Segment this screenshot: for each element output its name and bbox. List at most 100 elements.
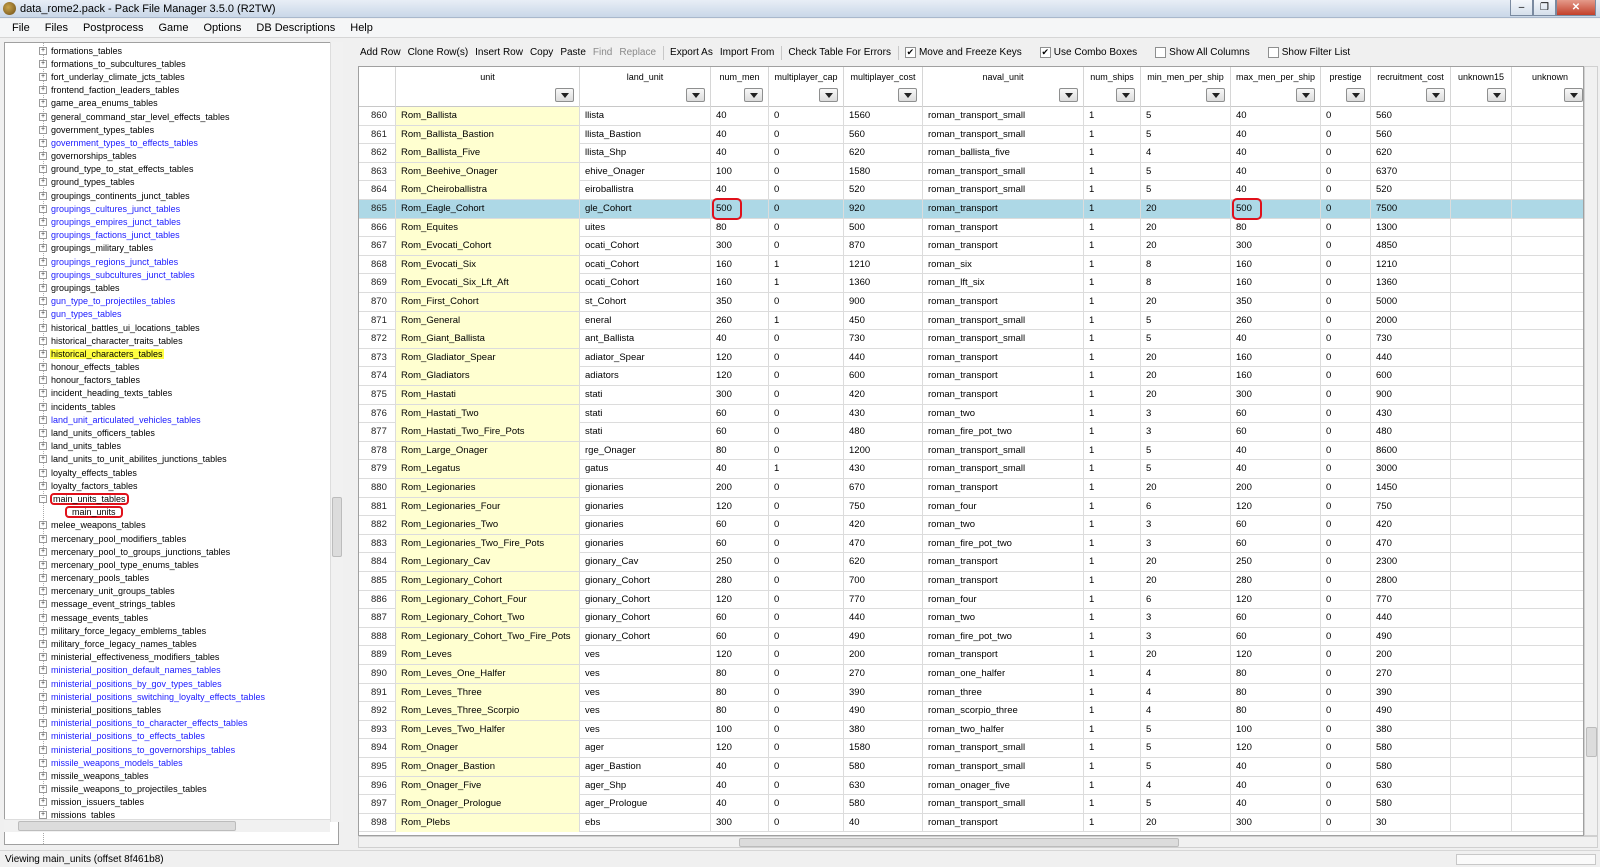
cell-min-men-per-ship[interactable]: 20 <box>1141 813 1231 832</box>
cell-land-unit[interactable]: gle_Cohort <box>580 200 711 218</box>
cell-empty[interactable] <box>1512 219 1583 237</box>
expand-icon[interactable]: + <box>39 692 47 701</box>
cell-multiplayer-cap[interactable]: 0 <box>769 237 844 256</box>
cell-unit[interactable]: Rom_Giant_Ballista <box>396 330 580 349</box>
cell-empty[interactable] <box>1451 758 1512 776</box>
cell-prestige[interactable]: 0 <box>1321 627 1371 646</box>
cell-max-men-per-ship[interactable]: 80 <box>1231 702 1321 721</box>
cell-num-men[interactable]: 40 <box>711 795 769 814</box>
cell-land-unit[interactable]: ant_Ballista <box>580 330 711 349</box>
cell-naval-unit[interactable]: roman_transport <box>923 218 1084 237</box>
cell-recruitment-cost[interactable]: 600 <box>1371 367 1451 386</box>
cell-land-unit[interactable]: gionary_Cav <box>580 553 711 572</box>
export-as-button[interactable]: Export As <box>670 47 713 58</box>
table-row[interactable]: 871 Rom_General eneral 260 1 450 roman_transpo… <box>359 311 1583 331</box>
cell-multiplayer-cap[interactable]: 0 <box>769 627 844 646</box>
cell-recruitment-cost[interactable]: 2800 <box>1371 572 1451 590</box>
tree-folder-item[interactable]: + incident_heading_texts_tables <box>39 387 338 400</box>
tree-folder-item[interactable]: + land_units_officers_tables <box>39 426 338 439</box>
cell-multiplayer-cap[interactable]: 0 <box>769 572 844 590</box>
cell-recruitment-cost[interactable]: 200 <box>1371 646 1451 665</box>
cell-multiplayer-cap[interactable]: 0 <box>769 683 844 702</box>
cell-unit[interactable]: Rom_Leves_Three <box>396 683 580 702</box>
column-header-multiplayer-cost[interactable]: multiplayer_cost <box>844 67 923 107</box>
tree-folder-item[interactable]: + mercenary_unit_groups_tables <box>39 585 338 598</box>
cell-multiplayer-cap[interactable]: 0 <box>769 813 844 832</box>
cell-unit[interactable]: Rom_Legionary_Cohort <box>396 572 580 590</box>
filter-dropdown-icon[interactable] <box>1296 88 1315 102</box>
cell-recruitment-cost[interactable]: 6370 <box>1371 162 1451 181</box>
cell-empty[interactable] <box>1512 367 1583 385</box>
cell-empty[interactable] <box>1451 646 1512 665</box>
copy-button[interactable]: Copy <box>530 47 553 58</box>
cell-naval-unit[interactable]: roman_transport_small <box>923 162 1084 181</box>
cell-empty[interactable] <box>1451 255 1512 274</box>
cell-min-men-per-ship[interactable]: 5 <box>1141 330 1231 349</box>
cell-min-men-per-ship[interactable]: 20 <box>1141 293 1231 311</box>
expand-icon[interactable]: + <box>39 86 47 95</box>
cell-empty[interactable] <box>1512 256 1583 274</box>
cell-naval-unit[interactable]: roman_transport <box>923 479 1084 497</box>
cell-num-men[interactable]: 40 <box>711 460 769 479</box>
scroll-thumb[interactable] <box>1586 727 1597 757</box>
scroll-thumb[interactable] <box>18 821 236 831</box>
cell-empty[interactable] <box>1451 516 1512 535</box>
cell-num-ships[interactable]: 1 <box>1084 553 1141 572</box>
cell-min-men-per-ship[interactable]: 4 <box>1141 776 1231 795</box>
table-row[interactable]: 895 Rom_Onager_Bastion ager_Bastion 40 0 580 r… <box>359 758 1583 777</box>
tree-folder-item[interactable]: + loyalty_effects_tables <box>39 466 338 479</box>
cell-unit[interactable]: Rom_Beehive_Onager <box>396 162 580 181</box>
cell-num-ships[interactable]: 1 <box>1084 460 1141 479</box>
tree-folder-item[interactable]: + mercenary_pool_to_groups_junctions_tabl… <box>39 545 338 558</box>
expand-icon[interactable]: + <box>39 534 47 543</box>
tree-folder-item[interactable]: + gun_type_to_projectiles_tables <box>39 295 338 308</box>
cell-empty[interactable] <box>1512 721 1583 739</box>
cell-multiplayer-cost[interactable]: 430 <box>844 460 923 479</box>
expand-icon[interactable]: + <box>39 178 47 187</box>
table-row[interactable]: 875 Rom_Hastati stati 300 0 420 roman_transpor… <box>359 386 1583 405</box>
cell-empty[interactable] <box>1451 460 1512 479</box>
expand-icon[interactable]: + <box>39 72 47 81</box>
expand-icon[interactable]: + <box>39 758 47 767</box>
cell-multiplayer-cost[interactable]: 620 <box>844 144 923 163</box>
cell-min-men-per-ship[interactable]: 20 <box>1141 218 1231 237</box>
table-row[interactable]: 878 Rom_Large_Onager rge_Onager 80 0 1200 roma… <box>359 441 1583 461</box>
cell-multiplayer-cap[interactable]: 0 <box>769 107 844 125</box>
cell-prestige[interactable]: 0 <box>1321 144 1371 163</box>
cell-unit[interactable]: Rom_Onager <box>396 739 580 758</box>
cell-multiplayer-cap[interactable]: 0 <box>769 795 844 814</box>
table-row[interactable]: 887 Rom_Legionary_Cohort_Two gionary_Cohor… <box>359 609 1583 628</box>
tree-folder-item[interactable]: + groupings_continents_junct_tables <box>39 189 338 202</box>
table-row[interactable]: 864 Rom_Cheiroballistra eiroballistra 40 0 52… <box>359 181 1583 200</box>
cell-min-men-per-ship[interactable]: 20 <box>1141 237 1231 256</box>
cell-multiplayer-cost[interactable]: 1360 <box>844 274 923 293</box>
cell-num-ships[interactable]: 1 <box>1084 404 1141 423</box>
cell-min-men-per-ship[interactable]: 20 <box>1141 572 1231 590</box>
cell-land-unit[interactable]: st_Cohort <box>580 293 711 311</box>
cell-multiplayer-cost[interactable]: 1580 <box>844 739 923 758</box>
tree-folder-item[interactable]: + ministerial_position_default_names_tabl… <box>39 664 338 677</box>
cell-empty[interactable] <box>1451 627 1512 646</box>
cell-prestige[interactable]: 0 <box>1321 720 1371 739</box>
cell-recruitment-cost[interactable]: 390 <box>1371 683 1451 702</box>
cell-empty[interactable] <box>1512 665 1583 683</box>
cell-empty[interactable] <box>1512 814 1583 832</box>
cell-num-men[interactable]: 160 <box>711 274 769 293</box>
cell-min-men-per-ship[interactable]: 6 <box>1141 497 1231 516</box>
cell-num-men[interactable]: 300 <box>711 237 769 256</box>
cell-multiplayer-cost[interactable]: 1560 <box>844 107 923 125</box>
cell-recruitment-cost[interactable]: 900 <box>1371 386 1451 404</box>
cell-naval-unit[interactable]: roman_transport <box>923 200 1084 218</box>
cell-max-men-per-ship[interactable]: 120 <box>1231 646 1321 665</box>
cell-multiplayer-cap[interactable]: 0 <box>769 516 844 535</box>
cell-prestige[interactable]: 0 <box>1321 293 1371 311</box>
tree-folder-item[interactable]: + gun_types_tables <box>39 308 338 321</box>
cell-empty[interactable] <box>1512 646 1583 664</box>
cell-num-men[interactable]: 120 <box>711 646 769 665</box>
cell-naval-unit[interactable]: roman_three <box>923 683 1084 702</box>
cell-prestige[interactable]: 0 <box>1321 702 1371 721</box>
cell-empty[interactable] <box>1451 423 1512 442</box>
cell-num-men[interactable]: 40 <box>711 107 769 125</box>
cell-min-men-per-ship[interactable]: 3 <box>1141 516 1231 535</box>
cell-multiplayer-cap[interactable]: 0 <box>769 181 844 200</box>
